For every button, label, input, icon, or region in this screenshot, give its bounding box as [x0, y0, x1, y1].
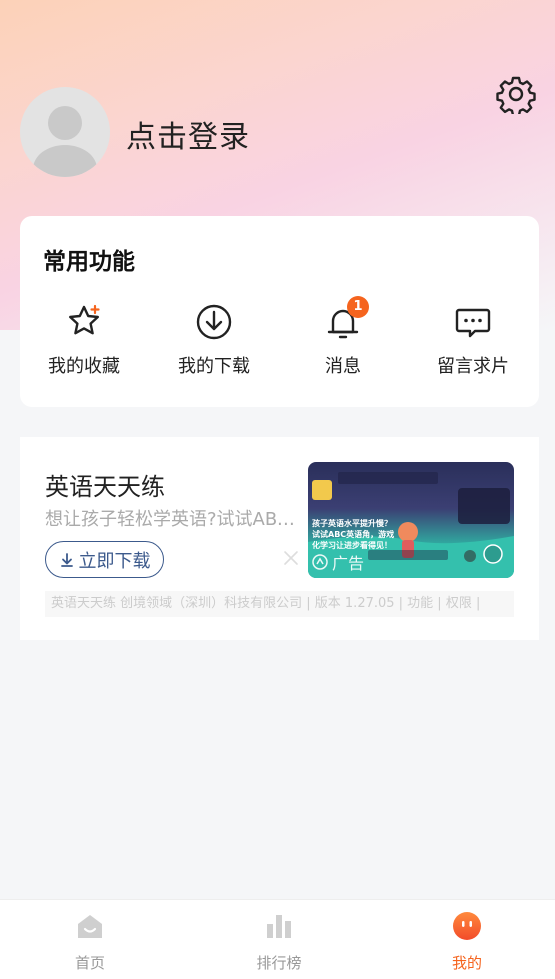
- ad-image-caption: 孩子英语水平提升慢？ 试试ABC英语角，游戏 化学习让进步看得见！: [312, 519, 395, 550]
- func-label: 我的下载: [178, 356, 250, 377]
- tab-label: 我的: [451, 954, 482, 972]
- tab-ranking[interactable]: 排行榜: [229, 910, 329, 973]
- settings-gear-icon[interactable]: [496, 74, 536, 117]
- ad-banner[interactable]: 英语天天练 想让孩子轻松学英语?试试ABC英语角 立即下载 孩子英语水平提升慢？…: [20, 437, 539, 640]
- bell-icon: 1: [323, 296, 369, 342]
- notification-badge: 1: [347, 296, 369, 318]
- ad-button-label: 立即下载: [78, 550, 151, 572]
- tab-label: 排行榜: [256, 954, 302, 972]
- downloads-button[interactable]: 我的下载: [159, 302, 269, 378]
- tab-mine[interactable]: 我的: [417, 910, 517, 973]
- func-label: 消息: [325, 356, 361, 377]
- tab-label: 首页: [74, 954, 105, 972]
- avatar[interactable]: [20, 87, 110, 177]
- ad-tag: 广告: [312, 550, 364, 574]
- download-arrow-icon: [60, 552, 73, 567]
- func-label: 我的收藏: [48, 356, 120, 377]
- bottom-tab-bar: 首页 排行榜 我的: [0, 899, 555, 979]
- star-icon: [64, 302, 104, 342]
- home-icon: [74, 910, 106, 942]
- close-icon[interactable]: [282, 549, 300, 567]
- favorites-button[interactable]: 我的收藏: [29, 302, 139, 378]
- message-icon: [453, 302, 493, 342]
- chart-icon: [263, 910, 295, 942]
- ad-info-footer: 英语天天练 创境领域（深圳）科技有限公司 | 版本 1.27.05 | 功能 |…: [45, 591, 514, 617]
- tab-home[interactable]: 首页: [40, 910, 140, 973]
- request-movie-button[interactable]: 留言求片: [418, 302, 528, 378]
- messages-button[interactable]: 1 消息: [288, 296, 398, 378]
- download-icon: [194, 302, 234, 342]
- ad-description: 想让孩子轻松学英语?试试ABC英语角: [45, 509, 300, 530]
- common-functions-card: 常用功能 我的收藏 我的下载 1 消息 留言求片: [20, 216, 539, 407]
- login-link[interactable]: 点击登录: [126, 112, 250, 156]
- ad-download-button[interactable]: 立即下载: [45, 541, 164, 578]
- ad-logo-icon: [312, 554, 328, 570]
- section-title: 常用功能: [43, 249, 135, 275]
- ad-title: 英语天天练: [45, 473, 165, 501]
- profile-face-icon: [451, 910, 483, 942]
- ad-image[interactable]: 孩子英语水平提升慢？ 试试ABC英语角，游戏 化学习让进步看得见！ 广告: [308, 462, 514, 578]
- func-label: 留言求片: [437, 356, 509, 377]
